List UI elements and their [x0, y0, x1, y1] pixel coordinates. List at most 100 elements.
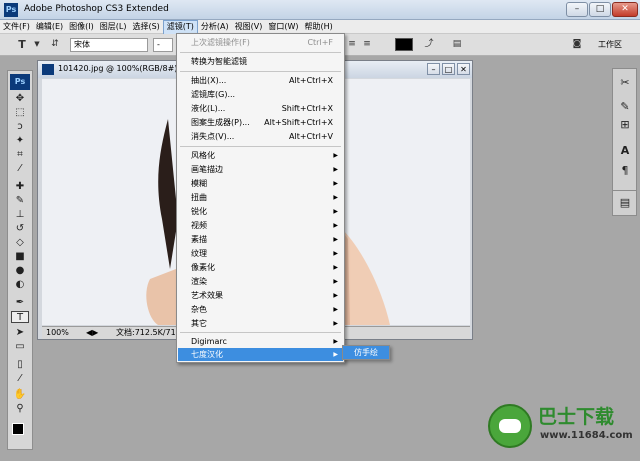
gradient-tool-icon[interactable]: ■ [11, 251, 29, 263]
menu-item-render[interactable]: 渲染 ▶ [178, 275, 343, 288]
ps-logo: Ps [10, 74, 30, 90]
slice-tool-icon[interactable]: ⁄ [11, 163, 29, 175]
zoom-tool-icon[interactable]: ⚲ [11, 403, 29, 415]
type-tool-icon[interactable]: T [11, 311, 29, 323]
menu-item-video[interactable]: 视频 ▶ [178, 219, 343, 232]
menu-item-qidu-hanhua[interactable]: 七度汉化 ▶ [178, 348, 343, 361]
bridge-icon[interactable]: ◙ [570, 37, 584, 52]
document-icon [42, 64, 54, 75]
menu-analysis[interactable]: 分析(A) [198, 20, 232, 34]
menu-item-brush-strokes[interactable]: 画笔描边 ▶ [178, 163, 343, 176]
tools-preset-icon[interactable]: ✂ [616, 75, 634, 91]
menu-item-extract[interactable]: 抽出(X)... Alt+Ctrl+X [178, 74, 343, 87]
doc-maximize-button[interactable]: □ [442, 63, 455, 75]
eraser-tool-icon[interactable]: ◇ [11, 237, 29, 249]
marquee-tool-icon[interactable]: ⬚ [11, 107, 29, 119]
menu-edit[interactable]: 编辑(E) [33, 20, 66, 34]
menu-separator [180, 332, 341, 333]
menu-item-last-filter[interactable]: 上次滤镜操作(F) Ctrl+F [178, 36, 343, 49]
photoshop-app-icon: Ps [4, 3, 18, 17]
brushes-icon[interactable]: ✎ [616, 99, 634, 115]
menu-image[interactable]: 图像(I) [66, 20, 97, 34]
workspace-button[interactable]: 工作区 [598, 39, 622, 50]
watermark-brand: 巴士下载 [538, 406, 615, 428]
pen-tool-icon[interactable]: ✒ [11, 297, 29, 309]
text-orientation-icon[interactable]: ⇵ [48, 37, 62, 52]
zoom-level[interactable]: 100% [46, 327, 69, 339]
move-tool-icon[interactable]: ✥ [11, 93, 29, 105]
menu-item-noise[interactable]: 杂色 ▶ [178, 303, 343, 316]
menu-item-stylize[interactable]: 风格化 ▶ [178, 149, 343, 162]
layer-comps-icon[interactable]: ▤ [616, 195, 634, 211]
menu-separator [180, 52, 341, 53]
font-style-select[interactable]: - [153, 38, 173, 52]
menu-window[interactable]: 窗口(W) [265, 20, 301, 34]
doc-close-button[interactable]: ✕ [457, 63, 470, 75]
warp-text-icon[interactable]: ⤴ [422, 37, 436, 52]
menu-select[interactable]: 选择(S) [129, 20, 162, 34]
paragraph-panel-icon[interactable]: ¶ [616, 163, 634, 179]
window-title: Adobe Photoshop CS3 Extended [24, 4, 169, 14]
maximize-button[interactable]: □ [589, 2, 611, 17]
blur-tool-icon[interactable]: ● [11, 265, 29, 277]
foreground-color-swatch[interactable] [12, 423, 24, 435]
menu-separator [180, 146, 341, 147]
align-right-icon[interactable]: ≡ [360, 37, 374, 52]
dodge-tool-icon[interactable]: ◐ [11, 279, 29, 291]
menu-item-digimarc[interactable]: Digimarc ▶ [178, 335, 343, 348]
menu-separator [180, 71, 341, 72]
minimize-button[interactable]: – [566, 2, 588, 17]
history-brush-icon[interactable]: ↺ [11, 223, 29, 235]
menu-item-convert-smart-filters[interactable]: 转换为智能滤镜 [178, 55, 343, 68]
menu-item-vanishing-point[interactable]: 消失点(V)... Alt+Ctrl+V [178, 130, 343, 143]
character-panel-icon[interactable]: ▤ [450, 37, 464, 52]
menu-view[interactable]: 视图(V) [232, 20, 266, 34]
menu-file[interactable]: 文件(F) [0, 20, 33, 34]
crop-tool-icon[interactable]: ⌗ [11, 149, 29, 161]
status-menu-icon[interactable]: ◀▶ [86, 327, 98, 339]
menu-item-filter-gallery[interactable]: 滤镜库(G)... [178, 88, 343, 101]
title-bar: Ps Adobe Photoshop CS3 Extended – □ ✕ [0, 0, 640, 20]
magic-wand-icon[interactable]: ✦ [11, 135, 29, 147]
menu-help[interactable]: 帮助(H) [302, 20, 336, 34]
doc-minimize-button[interactable]: – [427, 63, 440, 75]
notes-tool-icon[interactable]: ▯ [11, 359, 29, 371]
text-color-swatch[interactable] [395, 38, 413, 51]
shape-tool-icon[interactable]: ▭ [11, 341, 29, 353]
menu-item-pixelate[interactable]: 像素化 ▶ [178, 261, 343, 274]
menu-item-sharpen[interactable]: 锐化 ▶ [178, 205, 343, 218]
menu-item-pattern-maker[interactable]: 图案生成器(P)... Alt+Shift+Ctrl+X [178, 116, 343, 129]
menu-item-texture[interactable]: 纹理 ▶ [178, 247, 343, 260]
eyedropper-icon[interactable]: ⁄ [11, 373, 29, 385]
watermark-logo [488, 404, 532, 448]
clone-source-icon[interactable]: ⊞ [616, 117, 634, 133]
menu-item-blur[interactable]: 模糊 ▶ [178, 177, 343, 190]
watermark-url: www.11684.com [540, 430, 633, 441]
brush-tool-icon[interactable]: ✎ [11, 195, 29, 207]
menu-item-distort[interactable]: 扭曲 ▶ [178, 191, 343, 204]
menu-item-liquify[interactable]: 液化(L)... Shift+Ctrl+X [178, 102, 343, 115]
submenu-item-imitation-hand-drawn[interactable]: 仿手绘 [343, 346, 389, 359]
menu-bar: 文件(F) 编辑(E) 图像(I) 图层(L) 选择(S) 滤镜(T) 分析(A… [0, 20, 640, 36]
qidu-submenu: 仿手绘 [342, 345, 390, 360]
menu-item-artistic[interactable]: 艺术效果 ▶ [178, 289, 343, 302]
font-family-select[interactable]: 宋体 [70, 38, 148, 52]
healing-brush-icon[interactable]: ✚ [11, 181, 29, 193]
tools-panel: Ps ✥ ⬚ ↄ ✦ ⌗ ⁄ ✚ ✎ ⊥ ↺ ◇ ■ ● ◐ ✒ T ➤ ▭ ▯… [7, 70, 33, 450]
close-button[interactable]: ✕ [612, 2, 638, 17]
document-name: 101420.jpg @ 100%(RGB/8#) [58, 64, 178, 73]
right-panel-dock: ✂ ✎ ⊞ A ¶ [612, 68, 637, 208]
menu-item-other[interactable]: 其它 ▶ [178, 317, 343, 330]
type-tool-preset[interactable]: T [15, 37, 29, 52]
right-panel-dock-2: ▤ [612, 190, 637, 216]
align-center-icon[interactable]: ≡ [345, 37, 359, 52]
hand-tool-icon[interactable]: ✋ [11, 389, 29, 401]
path-selection-icon[interactable]: ➤ [11, 327, 29, 339]
chevron-down-icon[interactable]: ▼ [30, 37, 44, 52]
character-panel-icon[interactable]: A [616, 143, 634, 159]
site-watermark: 巴士下载 www.11684.com [488, 398, 638, 458]
menu-layer[interactable]: 图层(L) [97, 20, 130, 34]
clone-stamp-icon[interactable]: ⊥ [11, 209, 29, 221]
menu-item-sketch[interactable]: 素描 ▶ [178, 233, 343, 246]
lasso-tool-icon[interactable]: ↄ [11, 121, 29, 133]
